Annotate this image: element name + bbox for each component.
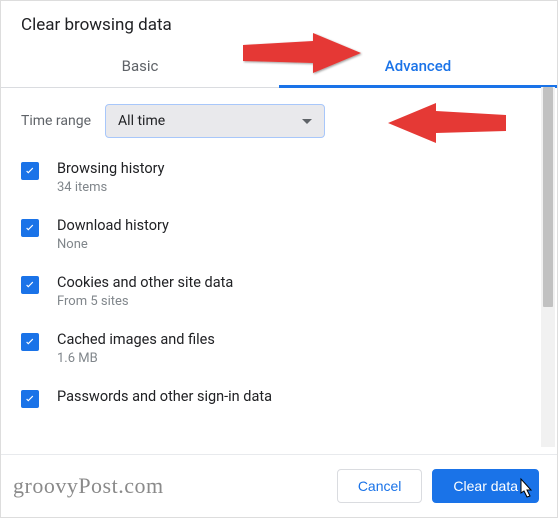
dialog-content: Time range All time Browsing history 34 … (1, 88, 557, 454)
list-item: Cached images and files 1.6 MB (21, 331, 537, 366)
dialog-title: Clear browsing data (1, 1, 557, 45)
checkbox-cookies[interactable] (21, 276, 39, 294)
tab-bar: Basic Advanced (1, 45, 557, 88)
item-sublabel: 34 items (57, 180, 165, 195)
list-item: Cookies and other site data From 5 sites (21, 274, 537, 309)
check-icon (23, 278, 37, 292)
list-item: Download history None (21, 217, 537, 252)
time-range-label: Time range (21, 113, 91, 129)
list-item: Browsing history 34 items (21, 160, 537, 195)
time-range-dropdown[interactable]: All time (105, 104, 325, 138)
item-sublabel: 1.6 MB (57, 351, 215, 366)
scrollbar-thumb[interactable] (543, 87, 553, 307)
time-range-row: Time range All time (21, 104, 537, 138)
item-sublabel: None (57, 237, 169, 252)
scrollbar[interactable] (541, 87, 555, 447)
check-icon (23, 164, 37, 178)
item-label: Browsing history (57, 160, 165, 177)
item-text: Cached images and files 1.6 MB (57, 331, 215, 366)
checkbox-download-history[interactable] (21, 219, 39, 237)
cancel-button[interactable]: Cancel (337, 469, 423, 503)
item-label: Passwords and other sign-in data (57, 388, 272, 405)
chevron-down-icon (302, 119, 312, 124)
clear-browsing-data-dialog: Clear browsing data Basic Advanced Time … (1, 1, 557, 517)
time-range-value: All time (118, 113, 165, 129)
checkbox-browsing-history[interactable] (21, 162, 39, 180)
checkbox-passwords[interactable] (21, 390, 39, 408)
list-item: Passwords and other sign-in data (21, 388, 537, 408)
item-label: Cached images and files (57, 331, 215, 348)
check-icon (23, 221, 37, 235)
tab-basic[interactable]: Basic (1, 45, 279, 87)
dialog-footer: Cancel Clear data (1, 454, 557, 517)
tab-advanced[interactable]: Advanced (279, 45, 557, 87)
item-text: Cookies and other site data From 5 sites (57, 274, 233, 309)
check-icon (23, 335, 37, 349)
check-icon (23, 392, 37, 406)
clear-data-button[interactable]: Clear data (432, 469, 539, 503)
item-text: Passwords and other sign-in data (57, 388, 272, 408)
data-type-list: Browsing history 34 items Download histo… (21, 160, 537, 408)
item-label: Cookies and other site data (57, 274, 233, 291)
item-text: Browsing history 34 items (57, 160, 165, 195)
checkbox-cache[interactable] (21, 333, 39, 351)
item-text: Download history None (57, 217, 169, 252)
item-label: Download history (57, 217, 169, 234)
item-sublabel: From 5 sites (57, 294, 233, 309)
